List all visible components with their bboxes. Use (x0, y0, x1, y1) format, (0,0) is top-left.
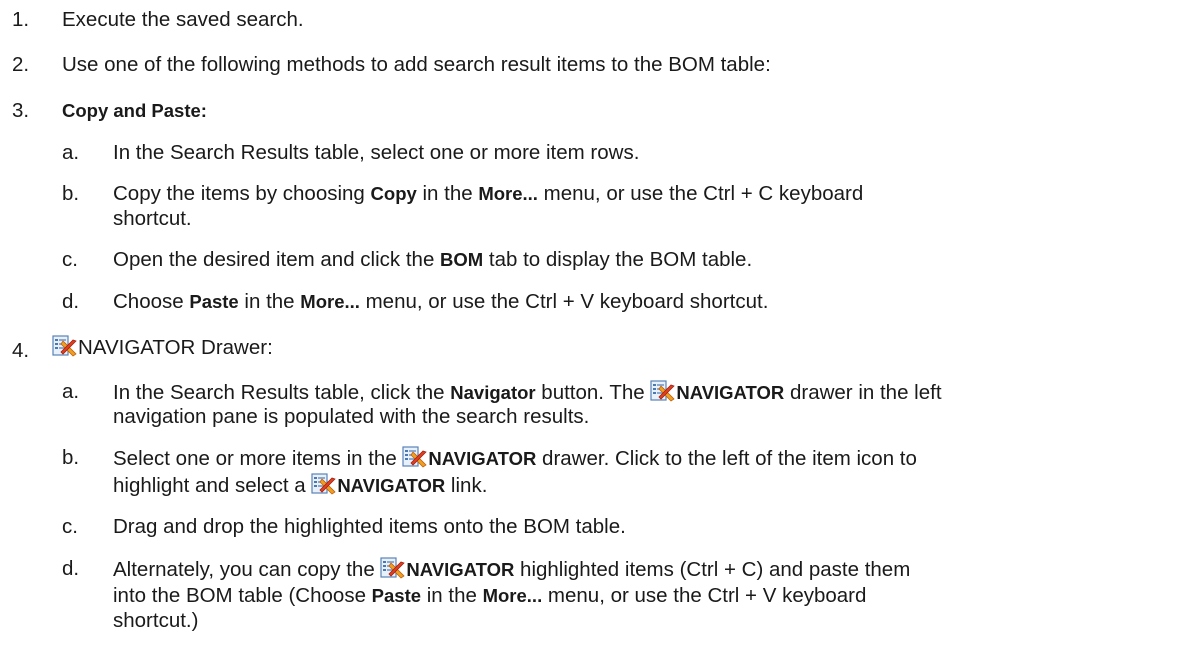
step-title-wrap: NAVIGATOR Drawer: (52, 335, 273, 360)
substep-text: In the Search Results table, select one … (113, 141, 640, 164)
substep-4d-cont: into the BOM table (Choose Paste in the … (113, 584, 866, 608)
ui-term-navigator-link: NAVIGATOR (337, 475, 446, 496)
text-run: menu, or use the Ctrl + V keyboard (542, 584, 867, 607)
navigator-icon (311, 473, 337, 495)
step-number: 2. (12, 53, 30, 76)
step-title: Copy and Paste: (62, 100, 207, 121)
text-run: highlighted items (Ctrl + C) and paste t… (514, 558, 911, 581)
text-run: drawer in the left (784, 381, 942, 404)
ui-term-bom: BOM (440, 249, 484, 270)
ui-term-more: More... (482, 585, 543, 606)
text-run: Alternately, you can copy the (113, 558, 381, 581)
text-run: Choose (113, 290, 190, 313)
ui-term-navigator-drawer: NAVIGATOR (676, 382, 785, 403)
step-text: Use one of the following methods to add … (62, 53, 771, 76)
navigator-icon (52, 335, 78, 357)
step-number: 3. (12, 99, 30, 122)
substep-text: Choose Paste in the More... menu, or use… (113, 290, 768, 314)
step-text: Execute the saved search. (62, 8, 304, 31)
ui-term-paste: Paste (189, 291, 239, 312)
substep-text: In the Search Results table, click the N… (113, 380, 942, 405)
text-run: highlight and select a (113, 474, 312, 497)
substep-3b-cont: shortcut. (113, 207, 192, 230)
help-document: 1. Execute the saved search. 2. Use one … (0, 0, 1180, 669)
text-run: link. (445, 474, 488, 497)
ui-term-copy: Copy (370, 183, 417, 204)
text-run: Copy the items by choosing (113, 182, 371, 205)
substep-letter: c. (62, 515, 78, 538)
text-run: in the (238, 290, 301, 313)
substep-letter: c. (62, 248, 78, 271)
ui-term-more: More... (478, 183, 538, 204)
ui-term-navigator: Navigator (450, 382, 536, 403)
text-run: into the BOM table (Choose (113, 584, 372, 607)
substep-text: Alternately, you can copy the NAVIGATOR … (113, 557, 910, 582)
substep-text: Copy the items by choosing Copy in the M… (113, 182, 863, 206)
navigator-icon (380, 557, 406, 579)
text-run: Open the desired item and click the (113, 248, 441, 271)
substep-letter: a. (62, 380, 80, 403)
ui-term-navigator-drawer: NAVIGATOR (428, 448, 537, 469)
substep-4a-cont: navigation pane is populated with the se… (113, 405, 590, 428)
text-run: drawer. Click to the left of the item ic… (536, 447, 917, 470)
step-title: NAVIGATOR Drawer: (78, 336, 273, 359)
text-run: button. The (535, 381, 651, 404)
substep-letter: d. (62, 290, 80, 313)
substep-letter: b. (62, 446, 80, 469)
substep-letter: b. (62, 182, 80, 205)
substep-text: Open the desired item and click the BOM … (113, 248, 752, 272)
ui-term-more: More... (300, 291, 360, 312)
text-run: menu, or use the Ctrl + V keyboard short… (359, 290, 769, 313)
ui-term-navigator: NAVIGATOR (406, 559, 515, 580)
substep-text: Drag and drop the highlighted items onto… (113, 515, 626, 538)
step-number: 4. (12, 339, 30, 362)
navigator-icon (402, 446, 428, 468)
substep-letter: a. (62, 141, 80, 164)
navigator-icon (650, 380, 676, 402)
text-run: in the (421, 584, 483, 607)
text-run: In the Search Results table, click the (113, 381, 451, 404)
substep-text: Select one or more items in the NAVIGATO… (113, 446, 917, 471)
text-run: Select one or more items in the (113, 447, 403, 470)
ui-term-paste: Paste (371, 585, 422, 606)
step-number: 1. (12, 8, 30, 31)
substep-4b-cont: highlight and select a NAVIGATOR link. (113, 473, 487, 498)
text-run: tab to display the BOM table. (483, 248, 753, 271)
substep-letter: d. (62, 557, 80, 580)
substep-4d-cont2: shortcut.) (113, 609, 199, 632)
text-run: menu, or use the Ctrl + C keyboard (537, 182, 864, 205)
text-run: in the (416, 182, 479, 205)
